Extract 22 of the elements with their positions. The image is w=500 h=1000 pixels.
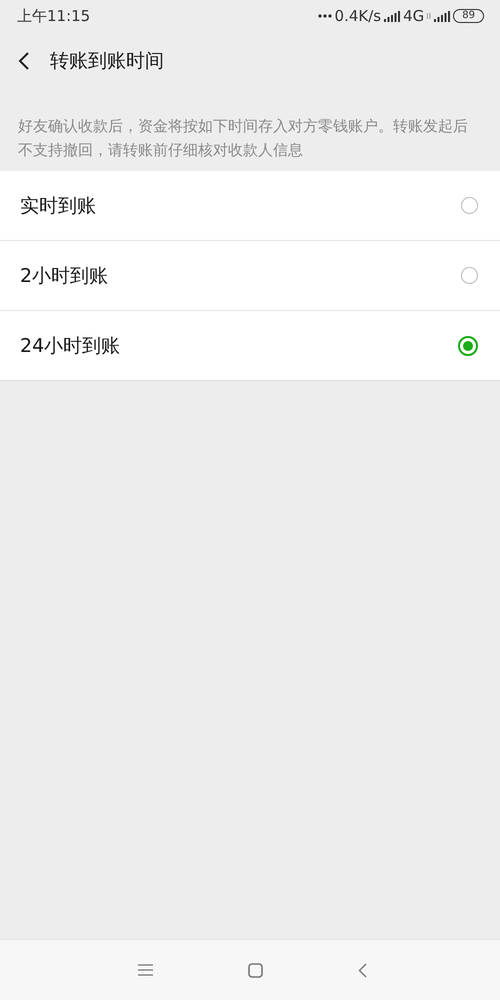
network-type: 4G <box>403 7 424 25</box>
option-row[interactable]: 实时到账 <box>0 171 500 240</box>
signal-icon <box>434 10 450 22</box>
option-row[interactable]: 2小时到账 <box>0 240 500 310</box>
radio-button[interactable] <box>458 336 478 356</box>
data-arrows-icon <box>427 13 432 19</box>
home-icon[interactable] <box>248 962 263 978</box>
more-dots-icon <box>318 14 332 18</box>
battery-level: 89 <box>453 9 484 23</box>
option-label: 24小时到账 <box>20 334 120 358</box>
network-speed: 0.4K/s <box>334 7 382 25</box>
page-title: 转账到账时间 <box>50 49 164 74</box>
option-label: 2小时到账 <box>20 264 108 288</box>
radio-button[interactable] <box>461 267 478 284</box>
option-label: 实时到账 <box>20 194 96 218</box>
status-time: 上午11:15 <box>17 6 90 26</box>
option-row[interactable]: 24小时到账 <box>0 310 500 380</box>
menu-icon[interactable] <box>138 964 153 976</box>
radio-button[interactable] <box>461 197 478 214</box>
info-text: 好友确认收款后，资金将按如下时间存入对方零钱账户。转账发起后不支持撤回，请转账前仔细核对收款人信息 <box>17 116 469 161</box>
signal-icon <box>384 10 400 22</box>
back-icon[interactable] <box>18 51 30 71</box>
